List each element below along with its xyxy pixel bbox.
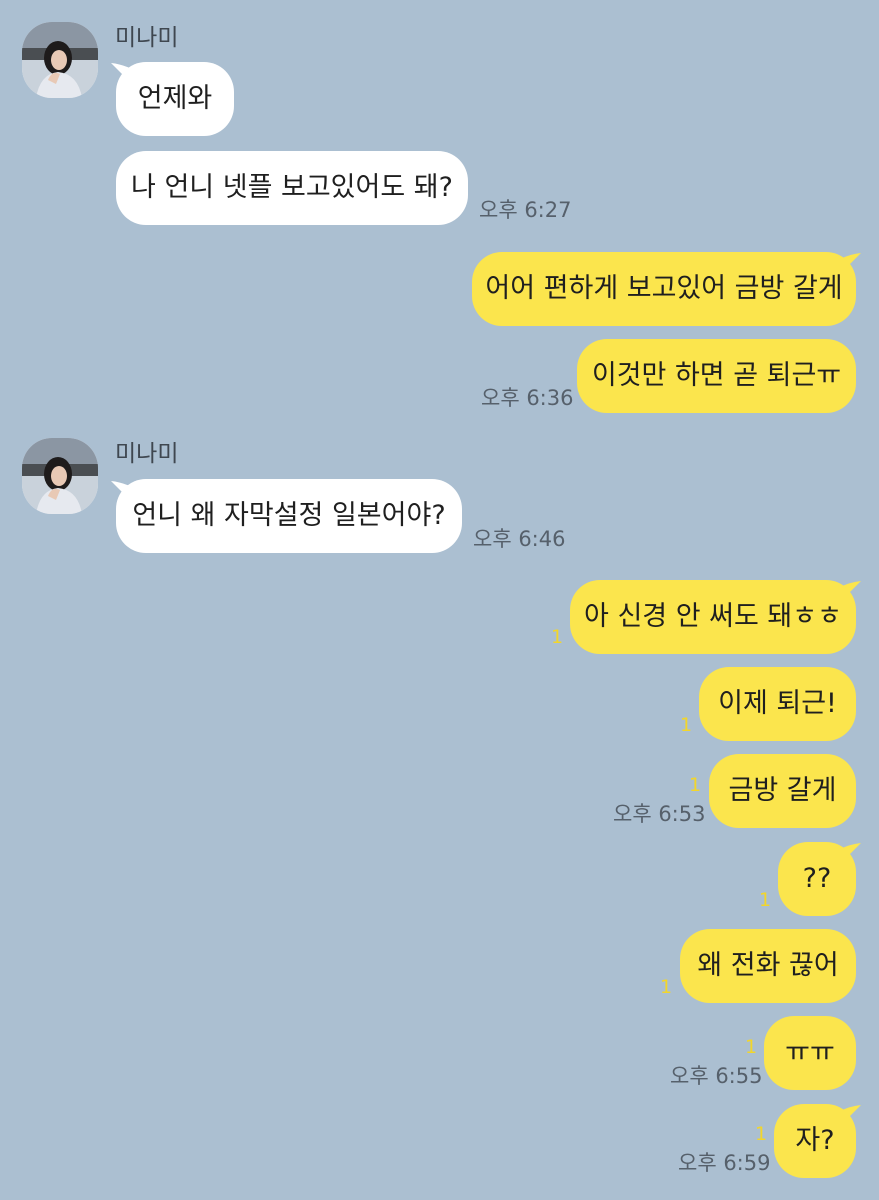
message-timestamp: 오후 6:55 — [670, 1064, 763, 1088]
unread-count: 1 — [660, 976, 673, 998]
avatar[interactable] — [22, 438, 98, 514]
message-text: 아 신경 안 써도 돼ㅎㅎ — [584, 601, 842, 632]
message-bubble[interactable]: 이제 퇴근! — [699, 667, 856, 741]
message-text: 언제와 — [137, 83, 213, 114]
message-text: ㅠㅠ — [785, 1037, 835, 1068]
message-bubble[interactable]: 금방 갈게 — [709, 754, 856, 828]
message-text: 금방 갈게 — [728, 775, 837, 806]
message-bubble[interactable]: 왜 전화 끊어 — [680, 929, 856, 1003]
unread-count: 1 — [551, 626, 564, 648]
unread-count: 1 — [759, 889, 772, 911]
message-timestamp: 오후 6:53 — [613, 802, 706, 826]
message-bubble[interactable]: ㅠㅠ — [764, 1016, 856, 1090]
message-text: 나 언니 넷플 보고있어도 돼? — [131, 172, 453, 203]
profile-photo-icon — [22, 438, 98, 514]
message-text: 이제 퇴근! — [718, 688, 837, 719]
unread-count: 1 — [755, 1123, 768, 1145]
sender-name: 미나미 — [115, 441, 179, 467]
message-timestamp: 오후 6:59 — [678, 1151, 771, 1175]
message-text: 이것만 하면 곧 퇴근ㅠ — [591, 360, 842, 391]
unread-count: 1 — [745, 1036, 758, 1058]
message-timestamp: 오후 6:36 — [481, 386, 574, 410]
message-text: 어어 편하게 보고있어 금방 갈게 — [485, 273, 843, 304]
message-bubble[interactable]: 이것만 하면 곧 퇴근ㅠ — [577, 339, 856, 413]
message-bubble[interactable]: 어어 편하게 보고있어 금방 갈게 — [472, 252, 856, 326]
unread-count: 1 — [680, 714, 693, 736]
message-timestamp: 오후 6:46 — [473, 527, 566, 551]
message-bubble[interactable]: 언니 왜 자막설정 일본어야? — [116, 479, 462, 553]
message-text: ?? — [802, 863, 832, 894]
unread-count: 1 — [689, 774, 702, 796]
message-bubble[interactable]: 나 언니 넷플 보고있어도 돼? — [116, 151, 468, 225]
message-bubble[interactable]: 자? — [774, 1104, 856, 1178]
message-text: 자? — [795, 1125, 835, 1156]
message-timestamp: 오후 6:27 — [479, 198, 572, 222]
message-bubble[interactable]: 아 신경 안 써도 돼ㅎㅎ — [570, 580, 856, 654]
message-bubble[interactable]: 언제와 — [116, 62, 234, 136]
message-text: 언니 왜 자막설정 일본어야? — [132, 500, 446, 531]
message-text: 왜 전화 끊어 — [697, 950, 839, 981]
avatar[interactable] — [22, 22, 98, 98]
sender-name: 미나미 — [115, 25, 179, 51]
profile-photo-icon — [22, 22, 98, 98]
message-bubble[interactable]: ?? — [778, 842, 856, 916]
